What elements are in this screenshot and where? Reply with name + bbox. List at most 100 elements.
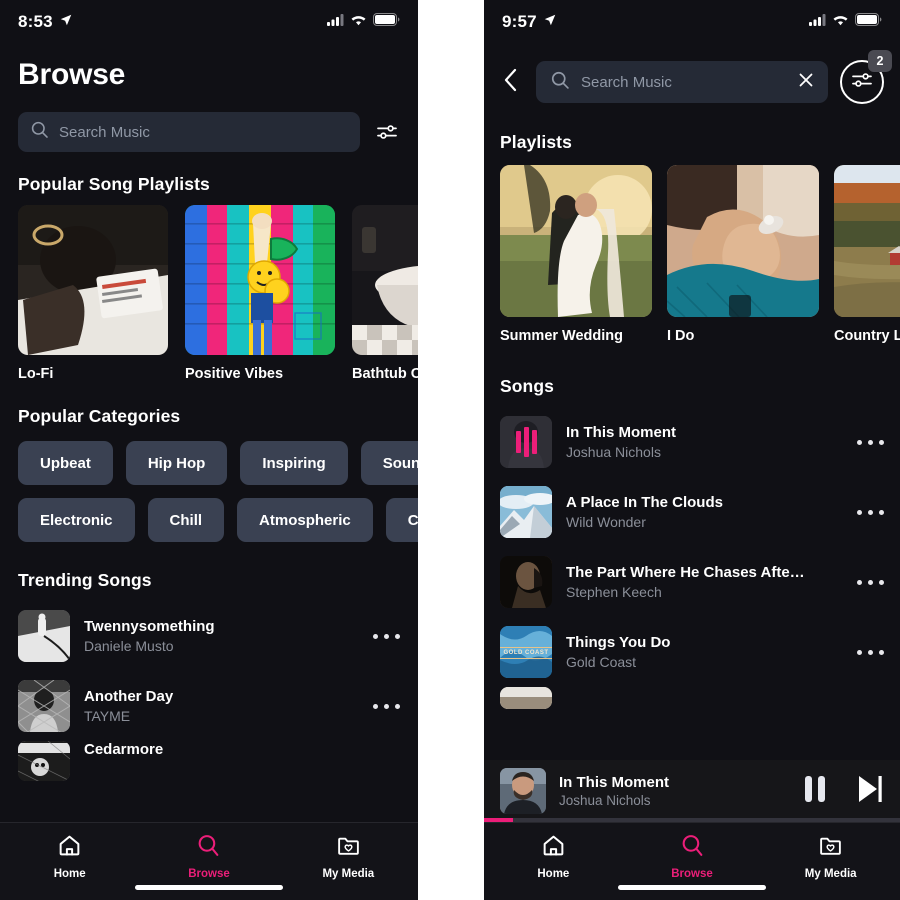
popular-playlists-carousel[interactable]: Lo-Fi Positive Vibes Bathtub C <box>0 205 418 382</box>
tab-my-media[interactable]: My Media <box>279 833 418 880</box>
playlist-card[interactable]: Positive Vibes <box>185 205 335 382</box>
more-options-icon[interactable] <box>857 579 884 585</box>
more-options-icon[interactable] <box>373 703 400 709</box>
cellular-signal-icon <box>327 13 344 31</box>
section-title-popular-playlists: Popular Song Playlists <box>18 174 210 194</box>
wifi-icon <box>832 13 849 31</box>
song-row[interactable]: Cedarmore <box>0 741 418 781</box>
song-artwork <box>18 610 70 662</box>
category-chip[interactable]: Electronic <box>18 498 135 542</box>
location-arrow-icon <box>543 13 557 32</box>
song-title: Things You Do <box>566 634 671 651</box>
playlist-card[interactable]: Country Lif <box>834 165 900 344</box>
category-chip[interactable]: Inspiring <box>240 441 348 485</box>
song-row[interactable]: In This Moment Joshua Nichols <box>484 407 900 477</box>
song-row[interactable]: Another Day TAYME <box>0 671 418 741</box>
playlist-artwork <box>500 165 652 317</box>
tab-my-media[interactable]: My Media <box>761 833 900 880</box>
search-icon <box>550 70 570 95</box>
playlist-label: Positive Vibes <box>185 366 284 382</box>
search-header: Search Music 2 <box>484 44 900 104</box>
category-chip[interactable]: Calm <box>385 498 418 542</box>
artwork-badge: GOLD COAST <box>500 647 552 660</box>
tab-home[interactable]: Home <box>484 833 623 880</box>
playlist-label: Country Lif <box>834 328 900 344</box>
song-title: In This Moment <box>566 424 676 441</box>
more-options-icon[interactable] <box>373 633 400 639</box>
phone-screen-search-results: 9:57 Search Music 2 Playlists Summer Wed… <box>484 0 900 900</box>
more-options-icon[interactable] <box>857 439 884 445</box>
filter-button[interactable]: 2 <box>840 50 892 104</box>
mini-player-controls <box>802 774 884 809</box>
tab-browse[interactable]: Browse <box>139 833 278 880</box>
song-row[interactable]: GOLD COAST Things You Do Gold Coast <box>484 617 900 687</box>
search-icon <box>30 120 49 144</box>
status-bar: 9:57 <box>484 0 900 44</box>
category-chip[interactable]: Hip Hop <box>125 441 228 485</box>
song-artwork <box>500 687 552 709</box>
now-playing-equalizer-icon <box>500 416 552 468</box>
folder-heart-icon <box>818 833 843 863</box>
category-chip[interactable]: Upbeat <box>18 441 113 485</box>
song-artist: TAYME <box>84 708 131 724</box>
song-row[interactable]: Twennysomething Daniele Musto <box>0 601 418 671</box>
playlist-artwork <box>667 165 819 317</box>
section-title-trending-songs: Trending Songs <box>18 570 152 590</box>
song-row[interactable]: The Part Where He Chases Afte… Stephen K… <box>484 547 900 617</box>
song-row-partial[interactable] <box>484 687 900 709</box>
close-x-icon[interactable] <box>798 72 814 93</box>
song-title: A Place In The Clouds <box>566 494 723 511</box>
song-title: Cedarmore <box>84 741 164 758</box>
song-meta: Things You Do Gold Coast <box>566 634 843 670</box>
playlists-carousel[interactable]: Summer Wedding I Do Country L <box>484 165 900 344</box>
song-artwork: GOLD COAST <box>500 626 552 678</box>
home-icon <box>57 833 82 863</box>
song-meta: A Place In The Clouds Wild Wonder <box>566 494 843 530</box>
search-input[interactable]: Search Music <box>18 112 360 152</box>
playlist-artwork <box>834 165 900 317</box>
search-icon <box>196 833 221 863</box>
playlist-label: Lo-Fi <box>18 366 54 382</box>
song-artwork <box>500 486 552 538</box>
section-title-popular-categories: Popular Categories <box>18 406 181 426</box>
song-meta: Cedarmore <box>84 741 400 758</box>
tab-home[interactable]: Home <box>0 833 139 880</box>
more-options-icon[interactable] <box>857 509 884 515</box>
sliders-filter-icon[interactable] <box>374 119 400 145</box>
chevron-left-icon <box>503 67 519 98</box>
song-meta: Another Day TAYME <box>84 688 359 724</box>
playlist-card[interactable]: I Do <box>667 165 819 344</box>
song-meta: In This Moment Joshua Nichols <box>566 424 843 460</box>
pause-icon[interactable] <box>802 774 828 809</box>
song-meta: The Part Where He Chases Afte… Stephen K… <box>566 564 843 600</box>
playlist-label: Bathtub Ch <box>352 366 418 382</box>
song-meta: Twennysomething Daniele Musto <box>84 618 359 654</box>
playlist-card[interactable]: Lo-Fi <box>18 205 168 382</box>
cellular-signal-icon <box>809 13 826 31</box>
song-title: The Part Where He Chases Afte… <box>566 564 805 581</box>
category-chip[interactable]: Atmospheric <box>237 498 373 542</box>
mini-player-artwork <box>500 768 546 814</box>
search-input[interactable]: Search Music <box>536 61 828 103</box>
next-track-icon[interactable] <box>856 774 884 809</box>
playlist-card[interactable]: Bathtub Ch <box>352 205 418 382</box>
wifi-icon <box>350 13 367 31</box>
playlist-card[interactable]: Summer Wedding <box>500 165 652 344</box>
song-row[interactable]: A Place In The Clouds Wild Wonder <box>484 477 900 547</box>
mini-player[interactable]: In This Moment Joshua Nichols <box>484 760 900 822</box>
tab-browse[interactable]: Browse <box>623 833 762 880</box>
home-indicator <box>135 885 283 890</box>
battery-icon <box>373 13 400 31</box>
bottom-tab-bar: Home Browse My Media <box>484 822 900 900</box>
more-options-icon[interactable] <box>857 649 884 655</box>
filter-count-badge: 2 <box>868 50 892 72</box>
category-chip[interactable]: Chill <box>147 498 225 542</box>
sliders-filter-icon <box>851 71 873 94</box>
songs-list: In This Moment Joshua Nichols A Place In… <box>484 407 900 709</box>
song-artist: Stephen Keech <box>566 584 662 600</box>
category-chip[interactable]: Soundtr <box>360 441 418 485</box>
back-button[interactable] <box>498 64 524 100</box>
song-artist: Daniele Musto <box>84 638 174 654</box>
categories-list: Upbeat Hip Hop Inspiring Soundtr Electro… <box>0 441 418 542</box>
playlist-artwork <box>18 205 168 355</box>
